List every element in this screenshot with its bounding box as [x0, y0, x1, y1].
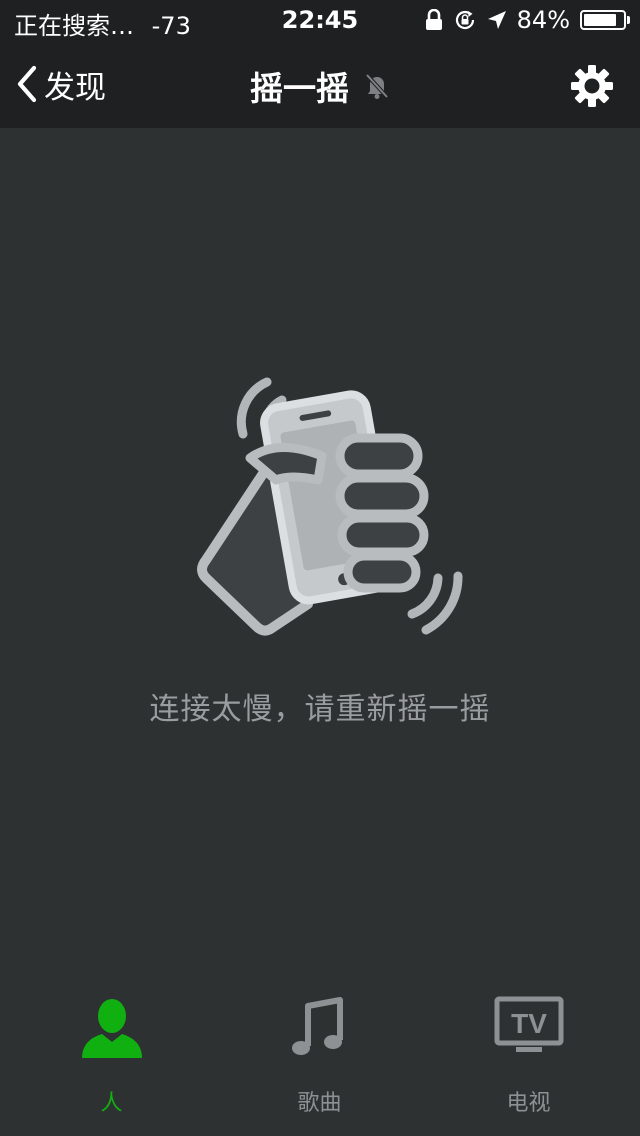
tab-songs[interactable]: 歌曲: [213, 980, 426, 1136]
battery-percent: 84%: [516, 6, 570, 34]
status-right: 84%: [425, 4, 630, 36]
tab-label-tv: 电视: [506, 1091, 551, 1116]
page-title-group: 摇一摇: [0, 62, 640, 110]
battery-fill: [584, 14, 616, 26]
lock-icon: [425, 9, 442, 30]
battery-icon: [580, 10, 630, 30]
hand-shaking-phone-icon: [197, 377, 463, 636]
tv-icon: TV: [494, 996, 563, 1052]
page-title: 摇一摇: [249, 69, 349, 108]
location-arrow-icon: [487, 11, 506, 29]
rotation-lock-icon: [455, 10, 474, 30]
tab-tv[interactable]: TV 电视: [422, 980, 635, 1136]
navigation-bar: 发现 摇一摇: [0, 40, 640, 128]
status-message: 连接太慢，请重新摇一摇: [149, 692, 491, 727]
status-bar: 正在搜索… -73 22:45 84%: [0, 0, 640, 40]
music-note-icon: [291, 997, 343, 1055]
gear-icon: [571, 65, 613, 107]
tab-bar: 人 歌曲 TV 电视: [0, 980, 640, 1136]
svg-text:TV: TV: [511, 1008, 547, 1039]
settings-button[interactable]: [570, 64, 614, 108]
person-icon: [81, 999, 142, 1058]
tab-people[interactable]: 人: [5, 980, 218, 1136]
tab-label-songs: 歌曲: [297, 1091, 342, 1116]
mute-bell-icon: [365, 73, 389, 99]
shake-illustration: [190, 368, 480, 648]
tab-label-people: 人: [100, 1091, 123, 1116]
